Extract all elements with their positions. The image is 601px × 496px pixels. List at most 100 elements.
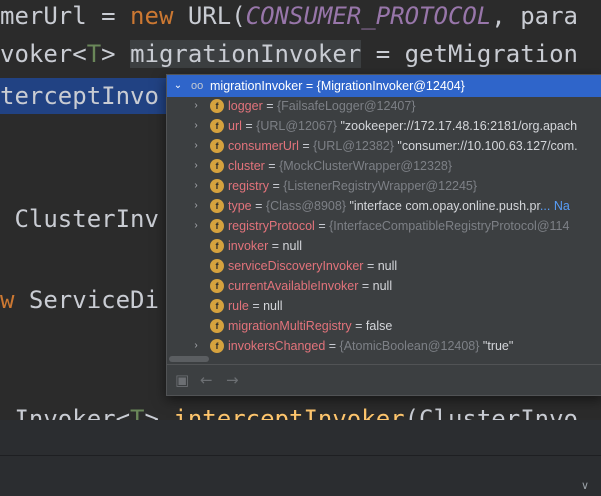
field-name: url xyxy=(228,119,242,133)
back-arrow-icon[interactable]: ← xyxy=(200,371,213,389)
chevron-right-icon[interactable]: › xyxy=(191,216,201,236)
field-icon: f xyxy=(210,299,224,313)
field-row-url[interactable]: › f url = {URL@12067} "zookeeper://172.17.… xyxy=(167,116,601,136)
code-text: ClusterInv xyxy=(0,205,159,233)
code-text: (ClusterInvo xyxy=(404,405,578,420)
object-reference: {ListenerRegistryWrapper@12245} xyxy=(283,179,478,193)
field-row-serviceDiscoveryInvoker[interactable]: f serviceDiscoveryInvoker = null xyxy=(167,256,601,276)
field-icon: f xyxy=(210,99,224,113)
equals-sign: = xyxy=(314,219,330,233)
field-row-registry[interactable]: › f registry = {ListenerRegistryWrapper@12… xyxy=(167,176,601,196)
type-parameter: T xyxy=(86,40,102,68)
chevron-right-icon[interactable]: › xyxy=(191,116,201,136)
code-text: > xyxy=(101,40,131,68)
field-row-migrationMultiRegistry[interactable]: f migrationMultiRegistry = false xyxy=(167,316,601,336)
chevron-right-icon[interactable]: › xyxy=(191,96,201,116)
selected-code-line[interactable]: terceptInvo xyxy=(0,78,166,114)
chevron-right-icon[interactable]: › xyxy=(191,196,201,216)
field-icon: f xyxy=(210,319,224,333)
field-row-logger[interactable]: › f logger = {FailsafeLogger@12407} xyxy=(167,96,601,116)
code-text: = getMigration xyxy=(361,40,578,68)
field-name: currentAvailableInvoker xyxy=(228,279,359,293)
code-text: voker< xyxy=(0,40,87,68)
chevron-down-icon[interactable]: ⌄ xyxy=(173,76,183,96)
field-name: migrationMultiRegistry xyxy=(228,319,352,333)
variable-name: migrationInvoker xyxy=(210,79,303,93)
navigate-link[interactable]: ... Na xyxy=(540,199,570,213)
equals-sign: = xyxy=(358,279,373,293)
code-text: > xyxy=(144,405,174,420)
field-value: null xyxy=(372,279,393,293)
chevron-down-icon[interactable]: ∨ xyxy=(581,479,589,492)
equals-sign: = xyxy=(298,139,314,153)
code-text: ServiceDi xyxy=(14,286,159,314)
keyword-fragment: w xyxy=(0,286,15,314)
field-icon: f xyxy=(210,159,224,173)
field-icon: f xyxy=(210,219,224,233)
field-value: "true" xyxy=(482,339,514,353)
field-name: invoker xyxy=(228,239,269,253)
chevron-right-icon[interactable]: › xyxy=(191,336,201,356)
method-name: interceptInvoker xyxy=(173,405,405,420)
object-reference: {FailsafeLogger@12407} xyxy=(277,99,416,113)
field-icon: f xyxy=(210,339,224,353)
code-text: Invoker< xyxy=(0,405,131,420)
equals-sign: = xyxy=(248,299,264,313)
object-icon: oo xyxy=(191,80,204,92)
object-reference: {Class@8908} xyxy=(265,199,346,213)
field-value: false xyxy=(365,319,393,333)
field-name: registry xyxy=(228,179,269,193)
code-line-1: merUrl = new URL(CONSUMER_PROTOCOL, para xyxy=(0,0,578,34)
field-row-registryProtocol[interactable]: › f registryProtocol = {InterfaceCompatibl… xyxy=(167,216,601,236)
field-name: cluster xyxy=(228,159,265,173)
chevron-right-icon[interactable]: › xyxy=(191,136,201,156)
code-text: terceptInvo xyxy=(0,82,159,110)
popup-toolbar: ▣ ← → xyxy=(167,364,601,395)
code-text: merUrl = xyxy=(0,2,131,30)
field-name: invokersChanged xyxy=(228,339,326,353)
field-name: rule xyxy=(228,299,249,313)
highlighted-variable[interactable]: migrationInvoker xyxy=(130,40,362,68)
field-name: consumerUrl xyxy=(228,139,299,153)
code-line-4: ClusterInv xyxy=(0,201,159,237)
equals-sign: = xyxy=(302,79,317,93)
type-parameter: T xyxy=(130,405,145,420)
code-line-2: voker<T> migrationInvoker = getMigration xyxy=(0,36,578,72)
field-icon: f xyxy=(210,279,224,293)
object-reference: {URL@12382} xyxy=(313,139,394,153)
status-bar: ∨ xyxy=(0,456,601,496)
constant-consumer-protocol: CONSUMER_PROTOCOL xyxy=(245,2,492,30)
field-row-type[interactable]: › f type = {Class@8908} "interface com.opa… xyxy=(167,196,601,216)
pin-icon[interactable]: ▣ xyxy=(175,371,189,389)
code-line-6: Invoker<T> interceptInvoker(ClusterInvo xyxy=(0,401,578,420)
forward-arrow-icon[interactable]: → xyxy=(226,371,239,389)
field-value: "consumer://10.100.63.127/com. xyxy=(397,139,578,153)
field-value: null xyxy=(377,259,398,273)
field-row-rule[interactable]: f rule = null xyxy=(167,296,601,316)
object-reference: {AtomicBoolean@12408} xyxy=(339,339,480,353)
equals-sign: = xyxy=(251,199,266,213)
equals-sign: = xyxy=(268,179,284,193)
root-variable-row[interactable]: ⌄ oo migrationInvoker = {MigrationInvoke… xyxy=(167,75,601,97)
field-row-invokersChanged[interactable]: › f invokersChanged = {AtomicBoolean@12408… xyxy=(167,336,601,356)
equals-sign: = xyxy=(264,159,280,173)
chevron-right-icon[interactable]: › xyxy=(191,156,201,176)
chevron-right-icon[interactable]: › xyxy=(191,176,201,196)
field-icon: f xyxy=(210,179,224,193)
field-row-consumerUrl[interactable]: › f consumerUrl = {URL@12382} "consumer://… xyxy=(167,136,601,156)
field-row-cluster[interactable]: › f cluster = {MockClusterWrapper@12328} xyxy=(167,156,601,176)
field-row-currentAvailableInvoker[interactable]: f currentAvailableInvoker = null xyxy=(167,276,601,296)
equals-sign: = xyxy=(241,119,257,133)
object-reference: {URL@12067} xyxy=(256,119,337,133)
debugger-variable-popup[interactable]: ⌄ oo migrationInvoker = {MigrationInvoke… xyxy=(166,74,601,396)
field-name: logger xyxy=(228,99,263,113)
equals-sign: = xyxy=(325,339,340,353)
field-row-invoker[interactable]: f invoker = null xyxy=(167,236,601,256)
equals-sign: = xyxy=(268,239,283,253)
field-name: registryProtocol xyxy=(228,219,315,233)
code-text: URL( xyxy=(173,2,246,30)
field-icon: f xyxy=(210,139,224,153)
field-icon: f xyxy=(210,259,224,273)
horizontal-scrollbar[interactable] xyxy=(169,356,209,362)
field-value: "zookeeper://172.17.48.16:2181/org.apach xyxy=(340,119,578,133)
